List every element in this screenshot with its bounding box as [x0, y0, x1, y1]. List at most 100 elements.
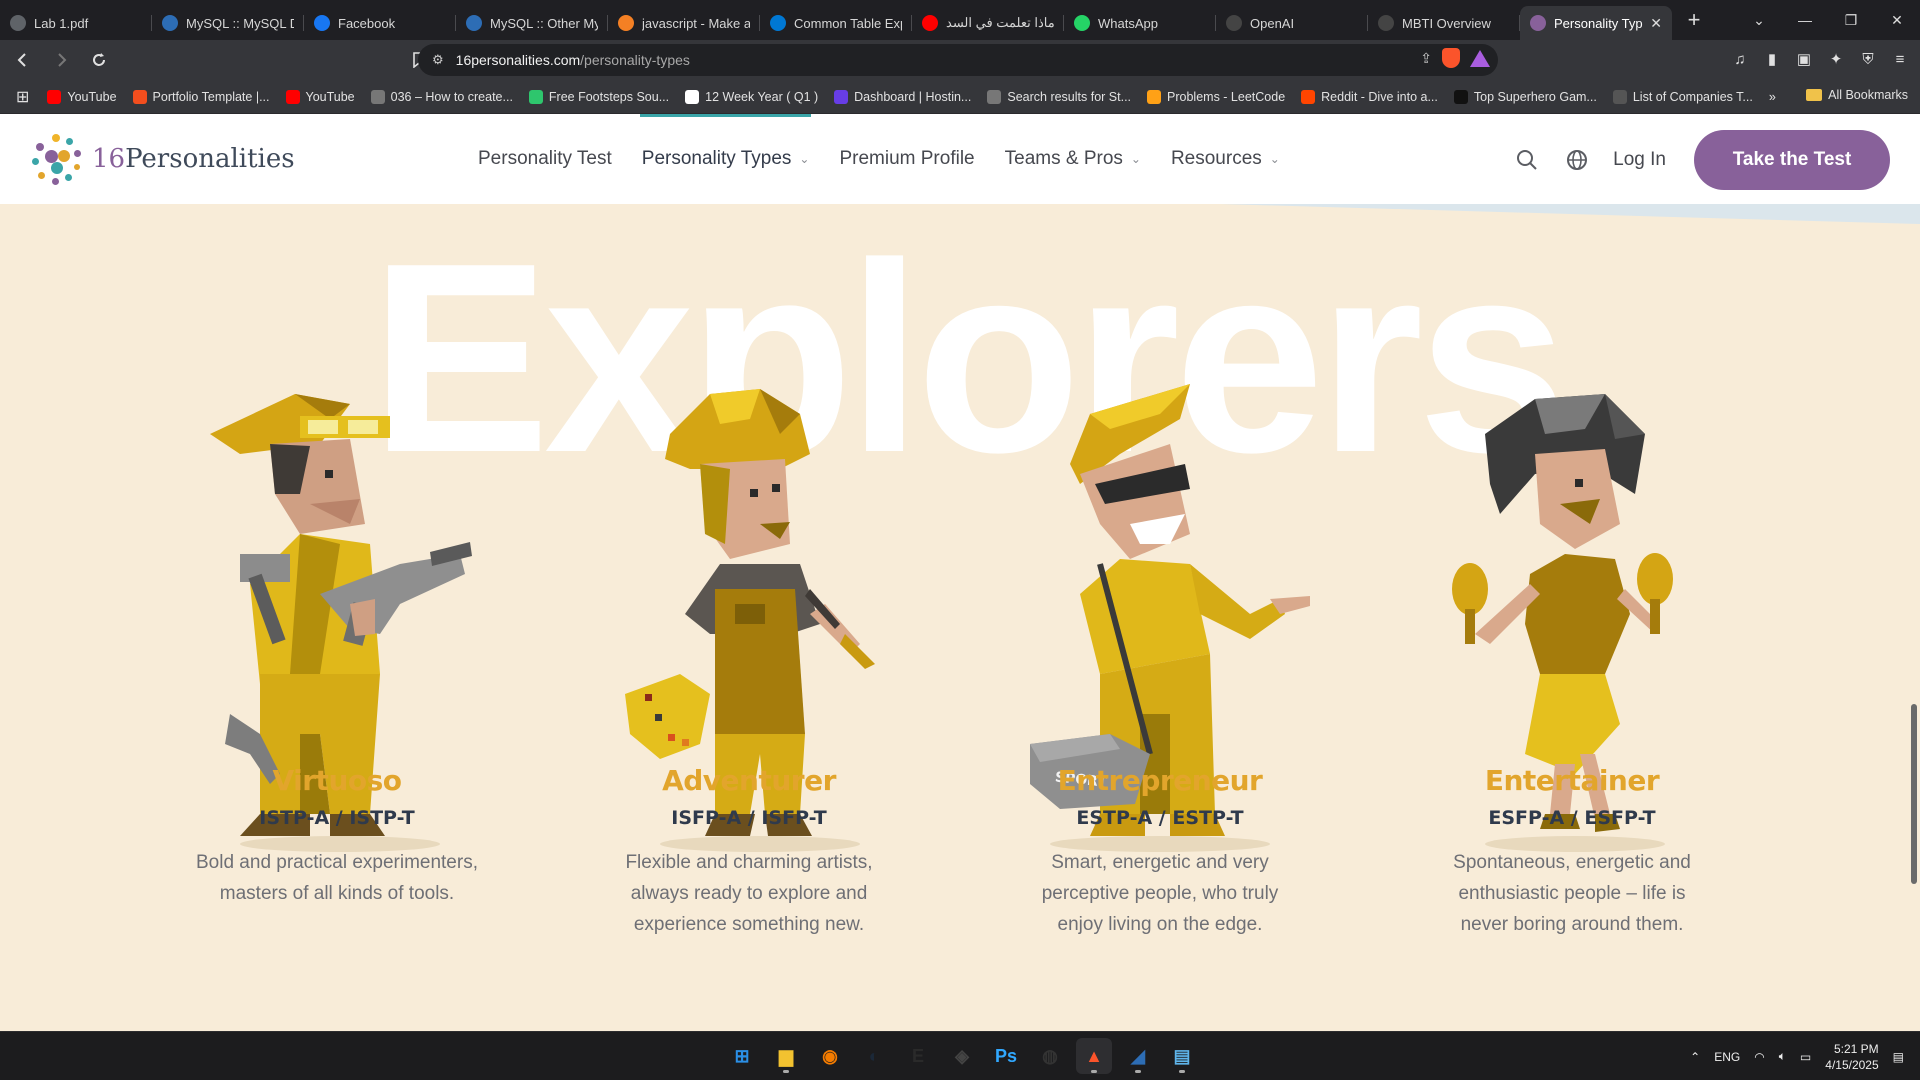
sidebar-icon[interactable]: ▮ [1762, 48, 1782, 70]
scrollbar-thumb[interactable] [1911, 704, 1917, 884]
more-bookmarks-icon[interactable]: » [1769, 90, 1776, 104]
type-card-entrepreneur[interactable]: Entrepreneur ESTP-A / ESTP-T Smart, ener… [995, 764, 1325, 940]
language-indicator[interactable]: ENG [1714, 1050, 1740, 1064]
bookmark-item[interactable]: Problems - LeetCode [1147, 89, 1285, 104]
share-icon[interactable]: ⇪ [1420, 50, 1432, 67]
type-name[interactable]: Adventurer [584, 764, 914, 797]
menu-icon[interactable]: ≡ [1890, 48, 1910, 70]
tab-search-icon[interactable]: ⌄ [1736, 0, 1782, 40]
type-name[interactable]: Entrepreneur [995, 764, 1325, 797]
browser-tab[interactable]: javascript - Make a [608, 6, 760, 40]
search-icon[interactable] [1513, 146, 1541, 174]
main-nav: Personality Test Personality Types ⌄ Premiu… [478, 114, 1280, 204]
browser-tab[interactable]: WhatsApp [1064, 6, 1216, 40]
bookmark-item[interactable]: 036 – How to create... [370, 89, 513, 104]
browser-tab[interactable]: ماذا تعلمت في السد [912, 6, 1064, 40]
new-tab-button[interactable]: + [1678, 4, 1710, 36]
epic-games-icon[interactable]: E [900, 1038, 936, 1074]
battery-icon[interactable]: ▭ [1800, 1050, 1811, 1064]
system-tray: ⌃ ENG ◠ 🔈︎ ▭ 5:21 PM 4/15/2025 ▤ [1690, 1032, 1904, 1080]
clock[interactable]: 5:21 PM 4/15/2025 [1825, 1041, 1878, 1073]
steam-icon[interactable]: ◐ [856, 1038, 892, 1074]
browser-toolbar: ⚙ 16personalities.com/personality-types … [0, 40, 1920, 80]
bookmark-item[interactable]: Top Superhero Gam... [1453, 89, 1597, 104]
nav-item[interactable]: Teams & Pros ⌄ [1005, 114, 1141, 204]
tab-title: OpenAI [1250, 15, 1295, 31]
bookmark-item[interactable]: YouTube [47, 89, 117, 104]
type-card-virtuoso[interactable]: Virtuoso ISTP-A / ISTP-T Bold and practi… [172, 764, 502, 909]
browser-tab[interactable]: MySQL :: MySQL Dc [152, 6, 304, 40]
type-card-entertainer[interactable]: Entertainer ESFP-A / ESFP-T Spontaneous,… [1407, 764, 1737, 940]
bookmark-item[interactable]: Dashboard | Hostin... [834, 89, 971, 104]
language-globe-icon[interactable] [1563, 146, 1591, 174]
mysql-workbench-icon[interactable]: ◢ [1120, 1038, 1156, 1074]
notifications-icon[interactable]: ▤ [1893, 1050, 1904, 1064]
page-scrollbar[interactable] [1906, 114, 1920, 1031]
bookmark-item[interactable]: List of Companies T... [1612, 89, 1753, 104]
notepad-icon[interactable]: ▤ [1164, 1038, 1200, 1074]
volume-icon[interactable]: 🔈︎ [1779, 1049, 1786, 1064]
reload-button[interactable] [84, 45, 114, 75]
windows-icon[interactable]: ⊞ [724, 1038, 760, 1074]
back-button[interactable] [8, 45, 38, 75]
window-controls: ⌄ — ❐ ✕ [1736, 0, 1920, 40]
browser-tab[interactable]: Common Table Exp [760, 6, 912, 40]
type-description: Bold and practical experimenters, master… [172, 847, 502, 909]
bookmark-label: YouTube [305, 89, 355, 104]
file-explorer-icon[interactable]: ▆ [768, 1038, 804, 1074]
bookmark-item[interactable]: YouTube [285, 89, 355, 104]
bookmark-label: List of Companies T... [1632, 89, 1753, 104]
minimize-button[interactable]: — [1782, 0, 1828, 40]
forward-button[interactable] [46, 45, 76, 75]
bookmark-item[interactable]: 12 Week Year ( Q1 ) [685, 89, 818, 104]
browser-tab[interactable]: Personality Typ ✕ [1520, 6, 1672, 40]
vpn-icon[interactable]: ⛨ [1858, 48, 1878, 70]
leo-ai-icon[interactable]: ✦ [1826, 48, 1846, 70]
browser-tab[interactable]: OpenAI [1216, 6, 1368, 40]
taskbar-apps: ⊞ ▆ ◉ ◐ E ◈ Ps ◍ ▲ ◢ ▤ [724, 1038, 1200, 1074]
show-hidden-icons-icon[interactable]: ⌃ [1690, 1050, 1700, 1064]
browser-tab[interactable]: MySQL :: Other My [456, 6, 608, 40]
mysql-icon [162, 15, 178, 31]
clock-time: 5:21 PM [1833, 1041, 1879, 1056]
nav-item[interactable]: Resources ⌄ [1171, 114, 1280, 204]
type-name[interactable]: Entertainer [1407, 764, 1737, 797]
brave-icon[interactable]: ▲ [1076, 1038, 1112, 1074]
browser-tab[interactable]: Facebook [304, 6, 456, 40]
description-line: enjoy living on the edge. [1057, 914, 1263, 935]
nav-item-label: Personality Types [641, 148, 792, 169]
type-card-adventurer[interactable]: Adventurer ISFP-A / ISFP-T Flexible and … [584, 764, 914, 940]
close-tab-icon[interactable]: ✕ [1650, 15, 1662, 32]
address-bar[interactable]: ⚙ 16personalities.com/personality-types … [418, 44, 1498, 76]
description-line: enthusiastic people – life is [1458, 883, 1686, 904]
photoshop-icon[interactable]: Ps [988, 1038, 1024, 1074]
wifi-icon[interactable]: ◠ [1754, 1050, 1764, 1064]
running-indicator [783, 1070, 789, 1073]
unity-icon[interactable]: ◈ [944, 1038, 980, 1074]
bookmark-item[interactable]: Search results for St... [987, 89, 1131, 104]
nav-item[interactable]: Personality Test [478, 114, 612, 204]
blender-icon[interactable]: ◉ [812, 1038, 848, 1074]
wallet-icon[interactable]: ▣ [1794, 48, 1814, 70]
take-the-test-button[interactable]: Take the Test [1694, 130, 1890, 190]
browser-tab[interactable]: MBTI Overview [1368, 6, 1520, 40]
restore-button[interactable]: ❐ [1828, 0, 1874, 40]
close-window-button[interactable]: ✕ [1874, 0, 1920, 40]
browser-tab[interactable]: Lab 1.pdf [0, 6, 152, 40]
login-link[interactable]: Log In [1613, 149, 1666, 171]
nav-item[interactable]: Premium Profile [839, 114, 974, 204]
site-settings-icon[interactable]: ⚙ [432, 52, 444, 68]
type-name[interactable]: Virtuoso [172, 764, 502, 797]
obs-icon[interactable]: ◍ [1032, 1038, 1068, 1074]
brave-rewards-icon[interactable] [1470, 49, 1490, 67]
nav-item[interactable]: Personality Types ⌄ [639, 114, 812, 204]
bookmark-label: YouTube [67, 89, 117, 104]
bookmark-item[interactable]: Portfolio Template |... [132, 89, 270, 104]
media-icon[interactable]: ♫ [1730, 48, 1750, 70]
bookmark-item[interactable]: Reddit - Dive into a... [1301, 89, 1438, 104]
bookmark-item[interactable]: Free Footsteps Sou... [528, 89, 669, 104]
all-bookmarks-button[interactable]: All Bookmarks [1806, 88, 1908, 102]
apps-grid-icon[interactable]: ⊞ [16, 87, 29, 107]
site-logo[interactable]: 16Personalities [30, 132, 295, 186]
brave-shields-icon[interactable] [1442, 48, 1460, 68]
